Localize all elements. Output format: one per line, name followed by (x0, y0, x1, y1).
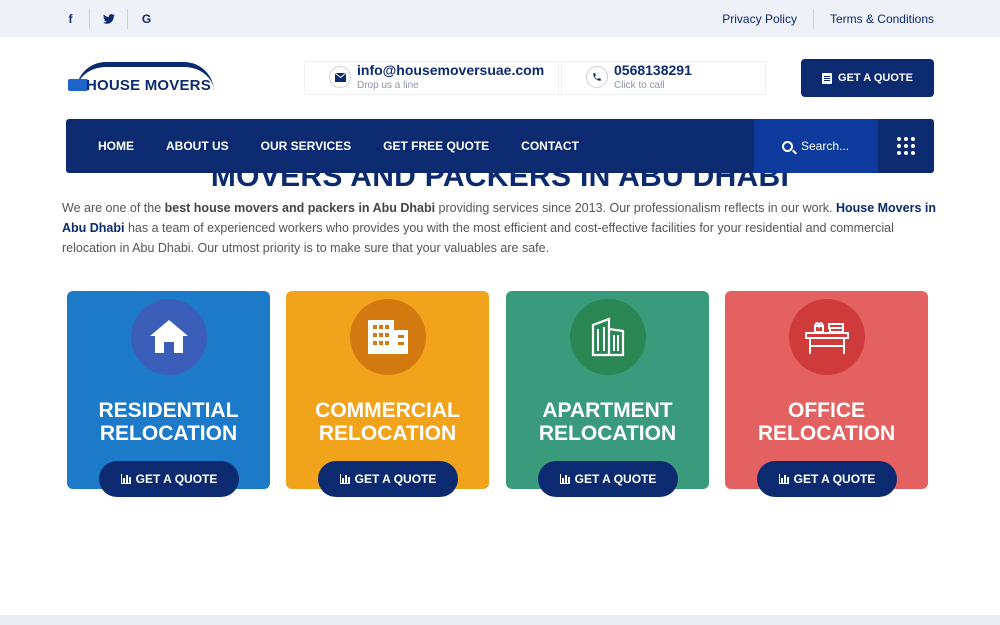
twitter-icon[interactable] (90, 0, 127, 37)
email-address: info@housemoversuae.com (357, 62, 545, 78)
phone-number: 0568138291 (614, 62, 692, 78)
footer-strip (0, 615, 1000, 625)
nav-home[interactable]: HOME (82, 139, 150, 153)
search-icon[interactable] (782, 140, 793, 152)
google-icon[interactable]: G (128, 0, 165, 37)
top-links: Privacy Policy Terms & Conditions (706, 0, 934, 37)
service-card-office[interactable]: OFFICE RELOCATION GET A QUOTE (725, 291, 928, 497)
card-quote-button[interactable]: GET A QUOTE (318, 461, 458, 497)
apartment-icon (570, 299, 646, 375)
card-quote-button[interactable]: GET A QUOTE (538, 461, 678, 497)
phone-icon (586, 66, 608, 88)
building-icon (350, 299, 426, 375)
highlight-text: best house movers and packers in Abu Dha… (164, 201, 436, 215)
bar-chart-icon (339, 474, 350, 484)
logo-text: HOUSE MOVERS (86, 77, 211, 94)
search-box[interactable] (754, 119, 878, 173)
nav-items: HOME ABOUT US OUR SERVICES GET FREE QUOT… (82, 119, 595, 173)
top-bar: f G Privacy Policy Terms & Conditions (0, 0, 1000, 37)
facebook-icon[interactable]: f (52, 0, 89, 37)
nav-get-free-quote[interactable]: GET FREE QUOTE (367, 139, 505, 153)
card-title: RESIDENTIAL RELOCATION (98, 399, 239, 445)
truck-icon (68, 79, 88, 91)
card-title: OFFICE RELOCATION (757, 399, 896, 445)
nav-about-us[interactable]: ABOUT US (150, 139, 245, 153)
nav-contact[interactable]: CONTACT (505, 139, 595, 153)
service-card-commercial[interactable]: COMMERCIAL RELOCATION GET A QUOTE (286, 291, 489, 497)
menu-grid-button[interactable] (878, 119, 934, 173)
logo[interactable]: HOUSE MOVERS (66, 60, 216, 96)
page-heading-wrap: MOVERS AND PACKERS IN ABU DHABI (0, 173, 1000, 195)
phone-caption: Click to call (614, 80, 665, 91)
service-card-residential[interactable]: RESIDENTIAL RELOCATION GET A QUOTE (67, 291, 270, 497)
terms-conditions-link[interactable]: Terms & Conditions (814, 12, 934, 26)
intro-paragraph: We are one of the best house movers and … (62, 201, 936, 255)
get-a-quote-label: GET A QUOTE (838, 72, 913, 84)
card-quote-button[interactable]: GET A QUOTE (99, 461, 239, 497)
page-heading: MOVERS AND PACKERS IN ABU DHABI (210, 173, 790, 193)
search-input[interactable] (801, 139, 871, 153)
main-nav: HOME ABOUT US OUR SERVICES GET FREE QUOT… (66, 119, 934, 173)
bar-chart-icon (559, 474, 570, 484)
document-icon (822, 72, 833, 84)
social-links: f G (52, 0, 165, 37)
house-icon (131, 299, 207, 375)
card-title: COMMERCIAL RELOCATION (315, 399, 460, 445)
get-a-quote-button[interactable]: GET A QUOTE (801, 59, 934, 97)
nav-our-services[interactable]: OUR SERVICES (245, 139, 367, 153)
service-card-apartment[interactable]: APARTMENT RELOCATION GET A QUOTE (506, 291, 709, 497)
card-title: APARTMENT RELOCATION (538, 399, 677, 445)
card-quote-button[interactable]: GET A QUOTE (757, 461, 897, 497)
office-desk-icon (789, 299, 865, 375)
bar-chart-icon (120, 474, 131, 484)
email-caption: Drop us a line (357, 80, 419, 91)
bar-chart-icon (778, 474, 789, 484)
privacy-policy-link[interactable]: Privacy Policy (706, 12, 813, 26)
email-contact[interactable]: info@housemoversuae.com Drop us a line (304, 61, 559, 95)
grid-menu-icon (897, 137, 915, 155)
phone-contact[interactable]: 0568138291 Click to call (561, 61, 766, 95)
envelope-icon (329, 66, 351, 88)
